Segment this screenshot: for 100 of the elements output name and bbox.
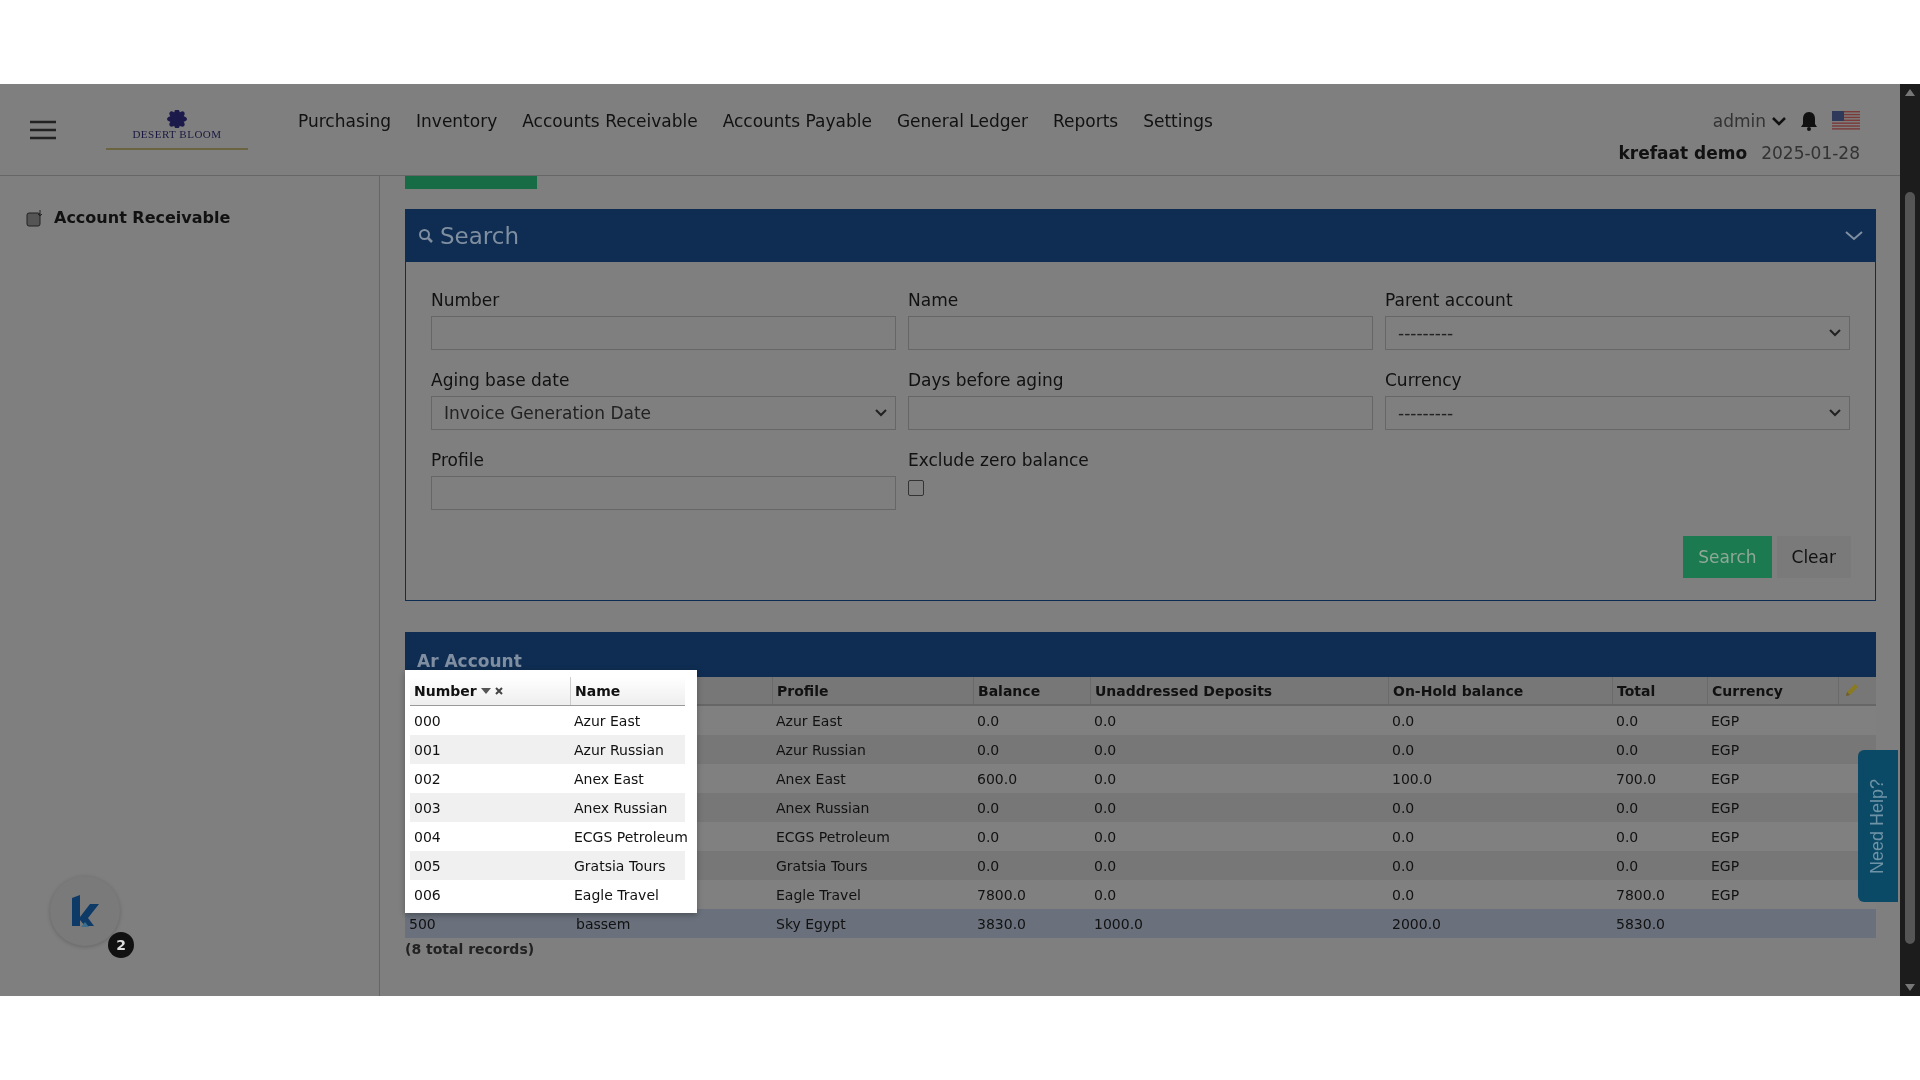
text-field[interactable] — [908, 316, 1373, 350]
select-field[interactable]: --------- — [1385, 396, 1850, 430]
logo[interactable]: DESERT BLOOM — [106, 110, 248, 150]
table-cell-text: 0.0 — [1391, 887, 1416, 903]
chevron-down-icon — [875, 409, 887, 417]
nav-link[interactable]: Settings — [1143, 111, 1213, 131]
chevron-down-icon — [1829, 409, 1841, 417]
table-cell-text: 7800.0 — [976, 887, 1027, 903]
table-cell-text: 0.0 — [1093, 829, 1118, 845]
table-cell-text: 0.0 — [1093, 771, 1118, 787]
select-field[interactable]: Invoice Generation Date — [431, 396, 896, 430]
table-cell-text: EGP — [1710, 829, 1741, 845]
column-header[interactable]: Name — [570, 677, 685, 705]
table-cell-text: 600.0 — [976, 771, 1019, 787]
select-field[interactable]: --------- — [1385, 316, 1850, 350]
table-cell-text: 0.0 — [976, 742, 1001, 758]
table-cell-text: 0.0 — [1615, 858, 1640, 874]
table-cell-text: 005 — [413, 858, 442, 874]
collapse-icon[interactable] — [1845, 231, 1863, 241]
table-cell-text: 0.0 — [1615, 713, 1640, 729]
table-cell-text: Anex Russian — [775, 800, 871, 816]
table-cell-text: 0.0 — [1093, 742, 1118, 758]
table-cell-text: 001 — [413, 742, 442, 758]
table-cell-text: 0.0 — [1093, 887, 1118, 903]
field-label: Exclude zero balance — [908, 450, 1090, 470]
flag-icon[interactable] — [1832, 111, 1860, 131]
table-cell-text: 0.0 — [1391, 800, 1416, 816]
table-cell-text: 0.0 — [976, 713, 1001, 729]
table-cell-text: 004 — [413, 829, 442, 845]
column-header[interactable]: Number — [410, 677, 570, 705]
user-menu[interactable]: admin — [1712, 111, 1786, 131]
table-cell-text: Anex Russian — [573, 800, 669, 816]
table-cell-text: Azur East — [775, 713, 844, 729]
field-label: Parent account — [1385, 290, 1514, 310]
field-label: Name — [908, 290, 960, 310]
clear-button[interactable]: Clear — [1776, 536, 1851, 578]
table-cell-text: 7800.0 — [1615, 887, 1666, 903]
table-cell-text: ECGS Petroleum — [775, 829, 891, 845]
checkbox[interactable] — [908, 480, 924, 496]
field-label: Number — [431, 290, 501, 310]
text-field[interactable] — [431, 316, 896, 350]
column-header[interactable]: On-Hold balance — [1388, 677, 1612, 704]
close-icon[interactable] — [494, 687, 503, 695]
table-cell-text: EGP — [1710, 800, 1741, 816]
bell-icon[interactable] — [1800, 111, 1818, 131]
table-cell-text: bassem — [575, 916, 632, 932]
table-row[interactable]: 500 bassem Sky Egypt 3830.0 1000.0 2000.0 5830.0 — [405, 909, 1876, 938]
nav-link[interactable]: Accounts Receivable — [522, 111, 698, 131]
table-cell-text: Gratsia Tours — [775, 858, 869, 874]
chevron-down-icon[interactable] — [1772, 116, 1786, 126]
k-logo-icon — [70, 894, 100, 928]
field-label: Profile — [431, 450, 485, 470]
table-cell-text: 500 — [408, 916, 437, 932]
table-cell-text: 000 — [413, 713, 442, 729]
scroll-down-icon[interactable] — [1905, 984, 1915, 992]
column-header[interactable]: Currency — [1707, 677, 1838, 704]
table-cell-text: Azur Russian — [573, 742, 665, 758]
table-cell-text: 5830.0 — [1615, 916, 1666, 932]
current-date: 2025-01-28 — [1761, 143, 1860, 163]
nav-link[interactable]: Accounts Payable — [722, 111, 872, 131]
table-cell-text: 003 — [413, 800, 442, 816]
menu-icon[interactable] — [30, 120, 56, 140]
field-label: Currency — [1385, 370, 1463, 390]
help-tab[interactable]: Need Help? — [1858, 750, 1898, 902]
table-cell-text: 0.0 — [1391, 829, 1416, 845]
table-cell-text: Anex East — [775, 771, 847, 787]
table-cell-text: ECGS Petroleum — [573, 829, 689, 845]
table-cell-text: 0.0 — [1391, 742, 1416, 758]
column-header[interactable]: Total — [1612, 677, 1707, 704]
nav-link[interactable]: Purchasing — [298, 111, 392, 131]
table-cell-text: 100.0 — [1391, 771, 1434, 787]
table-cell-text: EGP — [1710, 771, 1741, 787]
table-cell-text: Azur Russian — [775, 742, 867, 758]
table-cell-text: Azur East — [573, 713, 642, 729]
table-cell-text: 0.0 — [1093, 713, 1118, 729]
scroll-up-icon[interactable] — [1905, 88, 1915, 96]
column-header[interactable]: Balance — [973, 677, 1090, 704]
table-cell-text: Anex East — [573, 771, 645, 787]
field-label: Days before aging — [908, 370, 1065, 390]
sort-down-icon[interactable] — [480, 688, 491, 694]
chevron-down-icon — [1829, 329, 1841, 337]
search-icon — [418, 228, 434, 244]
company-name: krefaat demo — [1618, 143, 1748, 163]
table-cell-text: 0.0 — [1391, 858, 1416, 874]
table-cell-text: 0.0 — [976, 829, 1001, 845]
table-cell-text: 0.0 — [976, 800, 1001, 816]
table-cell-text: EGP — [1710, 858, 1741, 874]
nav-link[interactable]: General Ledger — [896, 111, 1028, 131]
nav-link[interactable]: Reports — [1052, 111, 1119, 131]
nav-link[interactable]: Inventory — [416, 111, 498, 131]
column-header[interactable]: Profile — [772, 677, 973, 704]
sidebar-item[interactable]: Account Receivable — [26, 208, 353, 227]
table-cell-text: Eagle Travel — [573, 887, 660, 903]
table-cell-text: 700.0 — [1615, 771, 1658, 787]
scrollbar-thumb[interactable] — [1905, 192, 1915, 944]
table-cell-text: 0.0 — [976, 858, 1001, 874]
text-field[interactable] — [908, 396, 1373, 430]
text-field[interactable] — [431, 476, 896, 510]
column-header[interactable]: Unaddressed Deposits — [1090, 677, 1388, 704]
table-cell-text: 0.0 — [1615, 800, 1640, 816]
